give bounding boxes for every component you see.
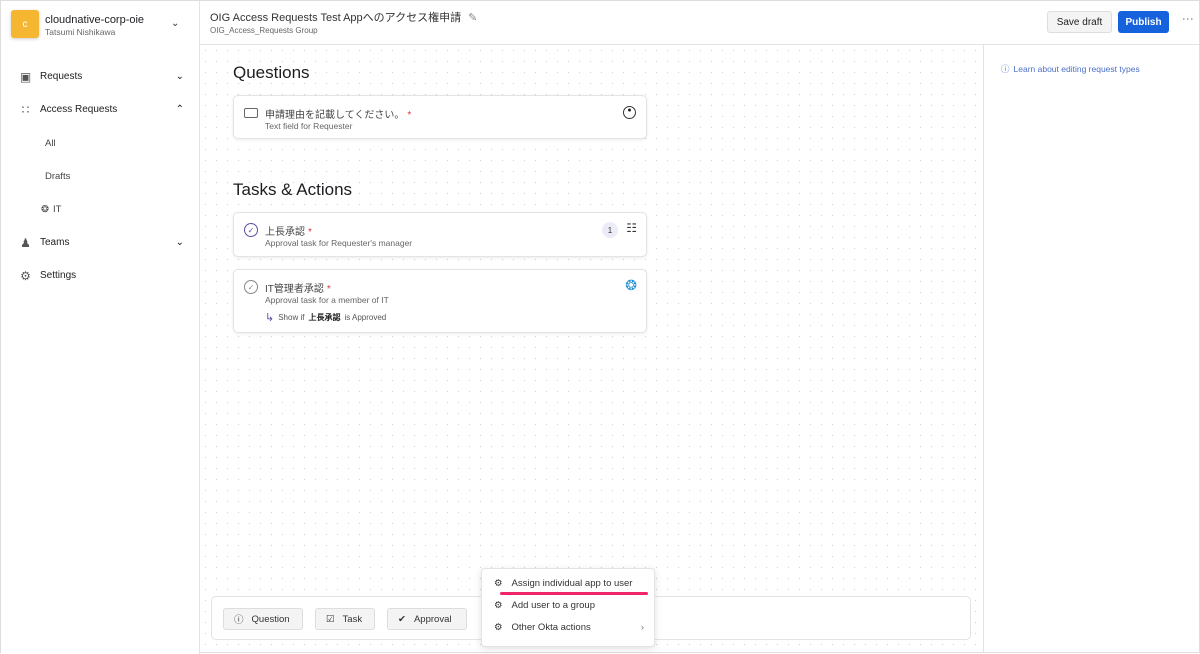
text-field-icon bbox=[244, 108, 258, 118]
question-desc: Text field for Requester bbox=[265, 121, 353, 131]
right-panel: ⓘ Learn about editing request types bbox=[983, 45, 1199, 652]
cond-task: 上長承認 bbox=[308, 313, 341, 322]
page-subtitle: OIG_Access_Requests Group bbox=[210, 26, 318, 35]
sidebar: c cloudnative-corp-oie Tatsumi Nishikawa… bbox=[1, 1, 200, 654]
required-marker: * bbox=[407, 110, 412, 121]
editor-canvas: Questions 申請理由を記載してください。 * Text field for… bbox=[200, 45, 983, 652]
title-text: 申請理由を記載してください。 bbox=[265, 110, 405, 121]
highlight-underline bbox=[500, 592, 648, 595]
menu-item-label: Add user to a group bbox=[511, 600, 595, 611]
gear-icon: ⚙ bbox=[494, 600, 503, 611]
title-text: 上長承認 bbox=[265, 227, 305, 238]
chevron-down-icon: ⌄ bbox=[175, 237, 184, 248]
title-text: OIG Access Requests Test Appへのアクセス権申請 bbox=[210, 12, 462, 24]
gear-icon: ⚙ bbox=[20, 268, 31, 283]
task-title: IT管理者承認 * bbox=[265, 280, 331, 295]
learn-link[interactable]: ⓘ Learn about editing request types bbox=[1001, 63, 1140, 75]
lifebuoy-icon: ❂ bbox=[41, 204, 49, 215]
gear-icon: ⚙ bbox=[494, 622, 503, 633]
help-icon: ⓘ bbox=[1001, 64, 1010, 74]
sidebar-item-requests[interactable]: ▣ Requests ⌄ bbox=[19, 69, 184, 84]
sidebar-item-label: Access Requests bbox=[40, 104, 118, 115]
task-card[interactable]: ✓ IT管理者承認 * Approval task for a member of… bbox=[233, 269, 647, 333]
sidebar-subitem-drafts[interactable]: Drafts bbox=[45, 171, 70, 182]
menu-item-label: Assign individual app to user bbox=[511, 578, 633, 589]
tasks-heading: Tasks & Actions bbox=[233, 180, 353, 199]
more-options-icon[interactable]: ⋮ bbox=[1181, 13, 1195, 25]
actions-dropdown: ⚙ Assign individual app to user ⚙ Add user… bbox=[481, 568, 655, 647]
org-name: cloudnative-corp-oie bbox=[45, 14, 145, 26]
required-marker: * bbox=[308, 227, 312, 238]
header: OIG Access Requests Test Appへのアクセス権申請 ✎ … bbox=[200, 1, 1199, 45]
task-card[interactable]: ✓ 上長承認 * Approval task for Requester's ma… bbox=[233, 212, 647, 257]
cond-suffix: is Approved bbox=[344, 313, 387, 322]
button-label: Approval bbox=[413, 613, 452, 625]
task-desc: Approval task for Requester's manager bbox=[265, 238, 413, 248]
check-circle-icon: ✓ bbox=[244, 223, 258, 237]
pencil-icon[interactable]: ✎ bbox=[468, 12, 477, 24]
checkbox-icon: ☑ bbox=[326, 613, 335, 625]
menu-item-add-to-group[interactable]: ⚙ Add user to a group bbox=[494, 600, 644, 611]
question-card[interactable]: 申請理由を記載してください。 * Text field for Requester… bbox=[233, 95, 647, 139]
condition: ↳ Show if 上長承認 is Approved bbox=[265, 311, 386, 324]
publish-button[interactable]: Publish bbox=[1118, 11, 1169, 33]
question-title: 申請理由を記載してください。 * bbox=[265, 106, 411, 121]
add-task-button[interactable]: ☑ Task bbox=[315, 608, 375, 630]
chevron-down-icon: ⌄ bbox=[171, 18, 180, 29]
question-icon: ⓘ bbox=[234, 615, 244, 626]
check-circle-icon: ✓ bbox=[244, 280, 258, 294]
menu-item-other-okta[interactable]: ⚙ Other Okta actions › bbox=[494, 622, 644, 633]
save-draft-button[interactable]: Save draft bbox=[1047, 11, 1112, 33]
page-title: OIG Access Requests Test Appへのアクセス権申請 ✎ bbox=[210, 9, 477, 25]
button-label: Question bbox=[251, 613, 290, 625]
sidebar-subitem-all[interactable]: All bbox=[45, 138, 56, 149]
title-text: IT管理者承認 bbox=[265, 284, 324, 295]
user-name: Tatsumi Nishikawa bbox=[45, 27, 116, 37]
sidebar-item-access-requests[interactable]: ∷ Access Requests ⌃ bbox=[19, 102, 184, 117]
chevron-up-icon: ⌃ bbox=[175, 104, 184, 115]
org-switcher[interactable]: c cloudnative-corp-oie Tatsumi Nishikawa… bbox=[11, 10, 191, 40]
branch-icon: ↳ bbox=[265, 312, 275, 324]
add-question-button[interactable]: ⓘ Question bbox=[223, 608, 303, 630]
cond-prefix: Show if bbox=[278, 313, 305, 322]
add-approval-button[interactable]: ✔ Approval bbox=[387, 608, 467, 630]
chevron-down-icon: ⌄ bbox=[175, 71, 184, 82]
required-marker: * bbox=[326, 284, 331, 295]
sidebar-item-label: Settings bbox=[40, 270, 77, 281]
gear-icon: ⚙ bbox=[494, 578, 503, 589]
users-icon: ♟ bbox=[20, 235, 31, 250]
task-desc: Approval task for a member of IT bbox=[265, 295, 389, 305]
org-logo: c bbox=[11, 10, 39, 38]
inbox-icon: ▣ bbox=[19, 69, 32, 84]
questions-heading: Questions bbox=[233, 63, 310, 82]
sidebar-item-label: Teams bbox=[40, 237, 70, 248]
lifebuoy-icon: ❂ bbox=[625, 277, 637, 293]
link-text: Learn about editing request types bbox=[1013, 64, 1140, 74]
sidebar-subitem-it[interactable]: ❂ IT bbox=[41, 204, 61, 215]
hierarchy-icon: ☷ bbox=[626, 221, 637, 235]
task-title: 上長承認 * bbox=[265, 223, 312, 238]
sidebar-item-label: Requests bbox=[40, 71, 83, 82]
sidebar-item-label: IT bbox=[52, 204, 62, 215]
button-label: Task bbox=[342, 613, 363, 625]
menu-item-assign-app[interactable]: ⚙ Assign individual app to user bbox=[494, 578, 644, 589]
chevron-right-icon: › bbox=[640, 622, 644, 633]
menu-item-label: Other Okta actions bbox=[511, 622, 591, 633]
check-circle-icon: ✔ bbox=[398, 613, 406, 625]
sidebar-item-settings[interactable]: ⚙ Settings bbox=[19, 268, 184, 283]
user-icon: ● bbox=[623, 106, 636, 119]
grid-icon: ∷ bbox=[21, 102, 30, 117]
sidebar-item-teams[interactable]: ♟ Teams ⌄ bbox=[19, 235, 184, 250]
count-badge: 1 bbox=[602, 222, 618, 238]
